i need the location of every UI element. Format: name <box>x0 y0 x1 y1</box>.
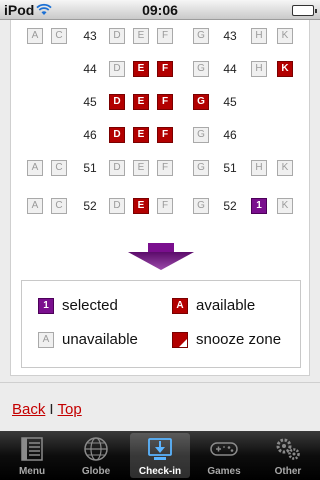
seat-available[interactable]: E <box>133 61 149 77</box>
tab-other-label: Other <box>274 466 302 477</box>
seat-selection-card: A C D E F G H K 43 43 D E F G H K 44 44 D E F G 45 45 D E F G 46 46 A C… <box>10 20 310 376</box>
seat-selected[interactable]: 1 <box>251 198 267 214</box>
seat-unavailable: C <box>51 198 67 214</box>
seat-unavailable: C <box>51 28 67 44</box>
seat-available[interactable]: K <box>277 61 293 77</box>
gamepad-icon <box>210 442 238 456</box>
seat-unavailable: D <box>109 160 125 176</box>
seat-unavailable: E <box>133 28 149 44</box>
divider <box>0 382 320 383</box>
legend-available-swatch: A <box>172 298 188 314</box>
row-number: 51 <box>83 161 97 175</box>
legend-selected-label: selected <box>62 297 118 314</box>
row-number: 52 <box>83 199 97 213</box>
seat-unavailable: K <box>277 160 293 176</box>
seat-unavailable: K <box>277 28 293 44</box>
gears-icon <box>276 438 300 460</box>
seat-available[interactable]: E <box>133 198 149 214</box>
top-link[interactable]: Top <box>58 401 82 418</box>
seat-unavailable: D <box>109 61 125 77</box>
seat-row: A C D E F G 1 K 52 52 <box>11 198 311 216</box>
seat-unavailable: H <box>251 160 267 176</box>
down-arrow-icon <box>128 243 194 270</box>
seat-row: A C D E F G H K 43 43 <box>11 28 311 46</box>
seat-available[interactable]: E <box>133 94 149 110</box>
tab-globe[interactable]: Globe <box>66 433 126 478</box>
footer-links: Back I Top <box>12 401 82 418</box>
link-separator: I <box>49 401 54 418</box>
snooze-zone-swatch <box>172 332 188 348</box>
seat-unavailable: H <box>251 28 267 44</box>
seat-available[interactable]: D <box>109 127 125 143</box>
tab-games-label: Games <box>207 466 241 477</box>
menu-icon <box>21 437 43 461</box>
seat-unavailable: G <box>193 61 209 77</box>
seat-available[interactable]: D <box>109 94 125 110</box>
tab-globe-label: Globe <box>81 466 111 477</box>
seat-unavailable: D <box>109 198 125 214</box>
row-number: 45 <box>83 95 97 109</box>
seat-unavailable: G <box>193 28 209 44</box>
tab-menu-label: Menu <box>18 466 46 477</box>
seat-unavailable: C <box>51 160 67 176</box>
back-link[interactable]: Back <box>12 401 45 418</box>
seat-row: D E F G H K 44 44 <box>11 61 311 79</box>
seat-unavailable: A <box>27 198 43 214</box>
seat-unavailable: F <box>157 28 173 44</box>
seat-unavailable: H <box>251 61 267 77</box>
row-number: 52 <box>223 199 237 213</box>
seat-unavailable: G <box>193 127 209 143</box>
seat-unavailable: K <box>277 198 293 214</box>
seat-row: D E F G 46 46 <box>11 127 311 145</box>
globe-icon <box>84 437 108 461</box>
seat-unavailable: A <box>27 160 43 176</box>
seat-row: D E F G 45 45 <box>11 94 311 112</box>
seat-unavailable: G <box>193 198 209 214</box>
legend-snooze-label: snooze zone <box>196 331 282 348</box>
row-number: 44 <box>223 62 237 76</box>
legend-unavailable-swatch: A <box>38 332 54 348</box>
legend-selected-swatch: 1 <box>38 298 54 314</box>
check-in-icon <box>148 438 172 460</box>
tab-check-in[interactable]: Check-in <box>130 433 190 478</box>
seat-map: A C D E F G H K 43 43 D E F G H K 44 44 D E F G 45 45 D E F G 46 46 A C… <box>11 20 311 250</box>
clock: 09:06 <box>142 2 178 18</box>
tab-games[interactable]: Games <box>194 433 254 478</box>
tab-bar: Menu Globe Check-in Games Other <box>0 431 320 480</box>
seat-legend: 1 selected A available A unavailable sno… <box>21 280 301 368</box>
status-bar: iPod 09:06 <box>0 0 320 20</box>
seat-available[interactable]: F <box>157 127 173 143</box>
tab-check-in-label: Check-in <box>138 466 182 477</box>
row-number: 46 <box>83 128 97 142</box>
seat-unavailable: F <box>157 160 173 176</box>
row-number: 46 <box>223 128 237 142</box>
seat-available[interactable]: F <box>157 61 173 77</box>
seat-unavailable: F <box>157 198 173 214</box>
seat-available[interactable]: G <box>193 94 209 110</box>
row-number: 43 <box>83 29 97 43</box>
tab-menu[interactable]: Menu <box>2 433 62 478</box>
seat-available[interactable]: E <box>133 127 149 143</box>
row-number: 43 <box>223 29 237 43</box>
tab-other[interactable]: Other <box>258 433 318 478</box>
seat-unavailable: G <box>193 160 209 176</box>
legend-unavailable-label: unavailable <box>62 331 138 348</box>
battery-icon <box>292 5 317 16</box>
seat-unavailable: E <box>133 160 149 176</box>
row-number: 45 <box>223 95 237 109</box>
legend-available-label: available <box>196 297 256 314</box>
seat-unavailable: D <box>109 28 125 44</box>
row-number: 44 <box>83 62 97 76</box>
seat-available[interactable]: F <box>157 94 173 110</box>
seat-row: A C D E F G H K 51 51 <box>11 160 311 178</box>
seat-unavailable: A <box>27 28 43 44</box>
row-number: 51 <box>223 161 237 175</box>
